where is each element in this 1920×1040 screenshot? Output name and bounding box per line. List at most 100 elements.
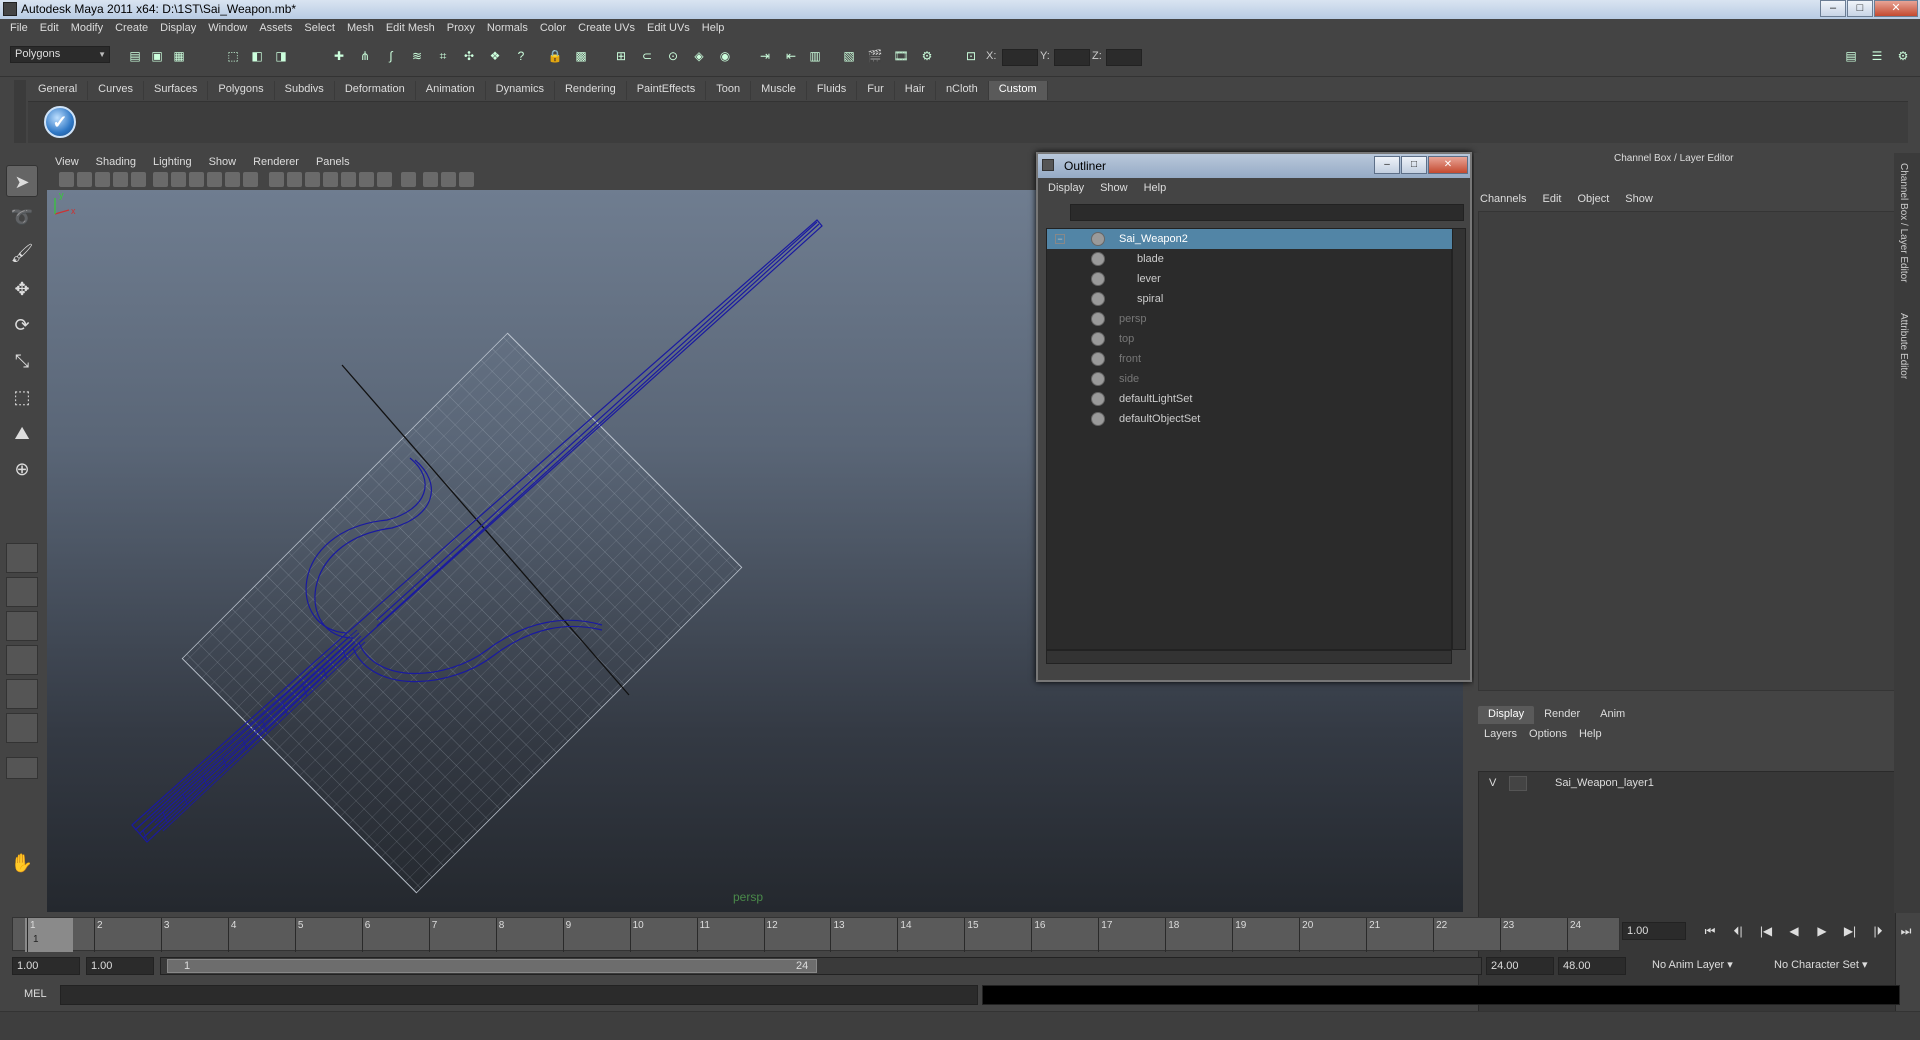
current-time-field[interactable]: 1.00 (1622, 922, 1686, 940)
checkmark-shelf-icon[interactable]: ✓ (44, 106, 76, 138)
animation-end-field[interactable]: 48.00 (1558, 957, 1626, 975)
save-scene-icon[interactable]: ▦ (170, 47, 188, 65)
menu-select[interactable]: Select (298, 22, 341, 34)
outliner-title-bar[interactable]: Outliner – □ ✕ (1038, 154, 1470, 178)
lock-selection-icon[interactable]: 🔒 (546, 47, 564, 65)
outliner-item[interactable]: blade (1047, 249, 1453, 269)
outliner-horizontal-scrollbar[interactable] (1046, 650, 1452, 664)
select-hierarchy-icon[interactable]: ⬚ (224, 47, 242, 65)
grid-icon[interactable] (153, 172, 168, 187)
viewport-menu-renderer[interactable]: Renderer (245, 156, 308, 168)
universal-manipulator-icon[interactable]: ⬚ (6, 381, 38, 413)
default-lighting-icon[interactable] (341, 172, 356, 187)
hand-tool-icon[interactable]: ✋ (6, 847, 38, 879)
outliner-menu-display[interactable]: Display (1048, 182, 1092, 194)
snap-curve-icon[interactable]: ⊂ (638, 47, 656, 65)
layer-display-type-toggle[interactable] (1509, 776, 1527, 791)
shelf-tab-deformation[interactable]: Deformation (334, 81, 416, 100)
make-live-icon[interactable]: ◉ (716, 47, 734, 65)
select-tool-icon[interactable]: ➤ (6, 165, 38, 197)
shelf-tab-rendering[interactable]: Rendering (554, 81, 627, 100)
safe-action-icon[interactable] (225, 172, 240, 187)
lasso-tool-icon[interactable]: ➰ (6, 201, 38, 233)
expand-collapse-icon[interactable]: − (1055, 234, 1065, 244)
select-curves-icon[interactable]: ∫ (382, 47, 400, 65)
shelf-tab-hair[interactable]: Hair (894, 81, 936, 100)
step-forward-frame-icon[interactable]: ▶| (1836, 924, 1864, 939)
snap-point-icon[interactable]: ⊙ (664, 47, 682, 65)
layer-row[interactable]: V Sai_Weapon_layer1 (1483, 774, 1889, 793)
shelf-tab-surfaces[interactable]: Surfaces (143, 81, 209, 100)
play-backwards-icon[interactable]: ◀ (1780, 924, 1808, 939)
snap-grid-icon[interactable]: ⊞ (612, 47, 630, 65)
step-back-key-icon[interactable]: ⏴| (1724, 924, 1752, 939)
shelf-tab-fluids[interactable]: Fluids (806, 81, 858, 100)
outliner-item[interactable]: side (1047, 369, 1453, 389)
persp-outliner-layout-button[interactable] (6, 611, 38, 641)
layer-visibility-toggle[interactable]: V (1489, 774, 1496, 793)
isolate-select-icon[interactable] (423, 172, 438, 187)
shelf-tab-painteffects[interactable]: PaintEffects (626, 81, 707, 100)
range-slider-thumb[interactable]: 1 24 (167, 959, 817, 973)
step-back-frame-icon[interactable]: |◀ (1752, 924, 1780, 939)
outliner-close-button[interactable]: ✕ (1428, 156, 1468, 174)
menu-color[interactable]: Color (534, 22, 572, 34)
resolution-gate-icon[interactable] (171, 172, 186, 187)
menu-set-dropdown[interactable]: Polygons ▼ (10, 46, 110, 63)
layer-menu-options[interactable]: Options (1529, 728, 1567, 740)
shelf-tab-general[interactable]: General (28, 81, 89, 100)
menu-modify[interactable]: Modify (65, 22, 109, 34)
shadows-icon[interactable] (377, 172, 392, 187)
go-to-start-icon[interactable]: ⏮ (1696, 924, 1724, 939)
render-frame-icon[interactable]: 🎬 (866, 47, 884, 65)
image-plane-icon[interactable] (113, 172, 128, 187)
shelf-tab-curves[interactable]: Curves (88, 81, 144, 100)
range-slider[interactable]: 1 24 (160, 957, 1482, 975)
outliner-item[interactable]: top (1047, 329, 1453, 349)
outliner-menu-help[interactable]: Help (1144, 182, 1175, 194)
film-gate-icon[interactable] (131, 172, 146, 187)
layer-menu-layers[interactable]: Layers (1484, 728, 1517, 740)
viewport-settings-icon[interactable] (459, 172, 474, 187)
outliner-minimize-button[interactable]: – (1374, 156, 1400, 174)
select-rendering-icon[interactable]: ❖ (486, 47, 504, 65)
shelf-tab-animation[interactable]: Animation (415, 81, 486, 100)
layer-tab-anim[interactable]: Anim (1590, 706, 1635, 724)
wireframe-on-shaded-icon[interactable] (305, 172, 320, 187)
paint-select-tool-icon[interactable]: 🖌 (6, 237, 38, 269)
layout-more-button[interactable] (6, 757, 38, 779)
side-tab-attribute-editor[interactable]: Attribute Editor (1898, 313, 1909, 379)
outliner-item[interactable]: persp (1047, 309, 1453, 329)
shelf-tab-ncloth[interactable]: nCloth (935, 81, 989, 100)
four-view-layout-button[interactable] (6, 577, 38, 607)
menu-display[interactable]: Display (154, 22, 202, 34)
menu-create-uvs[interactable]: Create UVs (572, 22, 641, 34)
new-scene-icon[interactable]: ▤ (126, 47, 144, 65)
playback-end-field[interactable]: 24.00 (1486, 957, 1554, 975)
persp-graph-outliner-layout-button[interactable] (6, 713, 38, 743)
side-tab-channel-box[interactable]: Channel Box / Layer Editor (1898, 163, 1909, 283)
menu-edit[interactable]: Edit (34, 22, 65, 34)
gate-mask-icon[interactable] (189, 172, 204, 187)
outliner-item[interactable]: defaultLightSet (1047, 389, 1453, 409)
outliner-item[interactable]: front (1047, 349, 1453, 369)
soft-modification-icon[interactable]: ⛰ (6, 417, 38, 449)
persp-hypershade-layout-button[interactable] (6, 679, 38, 709)
animation-start-field[interactable]: 1.00 (12, 957, 80, 975)
input-ops-icon[interactable]: ⇥ (756, 47, 774, 65)
show-manipulator-icon[interactable]: ⊕ (6, 453, 38, 485)
open-scene-icon[interactable]: ▣ (148, 47, 166, 65)
outliner-item[interactable]: defaultObjectSet (1047, 409, 1453, 429)
render-settings-icon[interactable]: ⚙ (918, 47, 936, 65)
select-handles-icon[interactable]: ✚ (330, 47, 348, 65)
wireframe-icon[interactable] (269, 172, 284, 187)
menu-edit-mesh[interactable]: Edit Mesh (380, 22, 441, 34)
select-joints-icon[interactable]: ⋔ (356, 47, 374, 65)
select-dynamics-icon[interactable]: ✣ (460, 47, 478, 65)
menu-create[interactable]: Create (109, 22, 154, 34)
channel-box-menu-show[interactable]: Show (1625, 193, 1653, 205)
camera-attributes-icon[interactable] (77, 172, 92, 187)
x-field[interactable] (1002, 49, 1038, 66)
xray-joints-icon[interactable] (441, 172, 456, 187)
highlight-selection-icon[interactable]: ▩ (572, 47, 590, 65)
